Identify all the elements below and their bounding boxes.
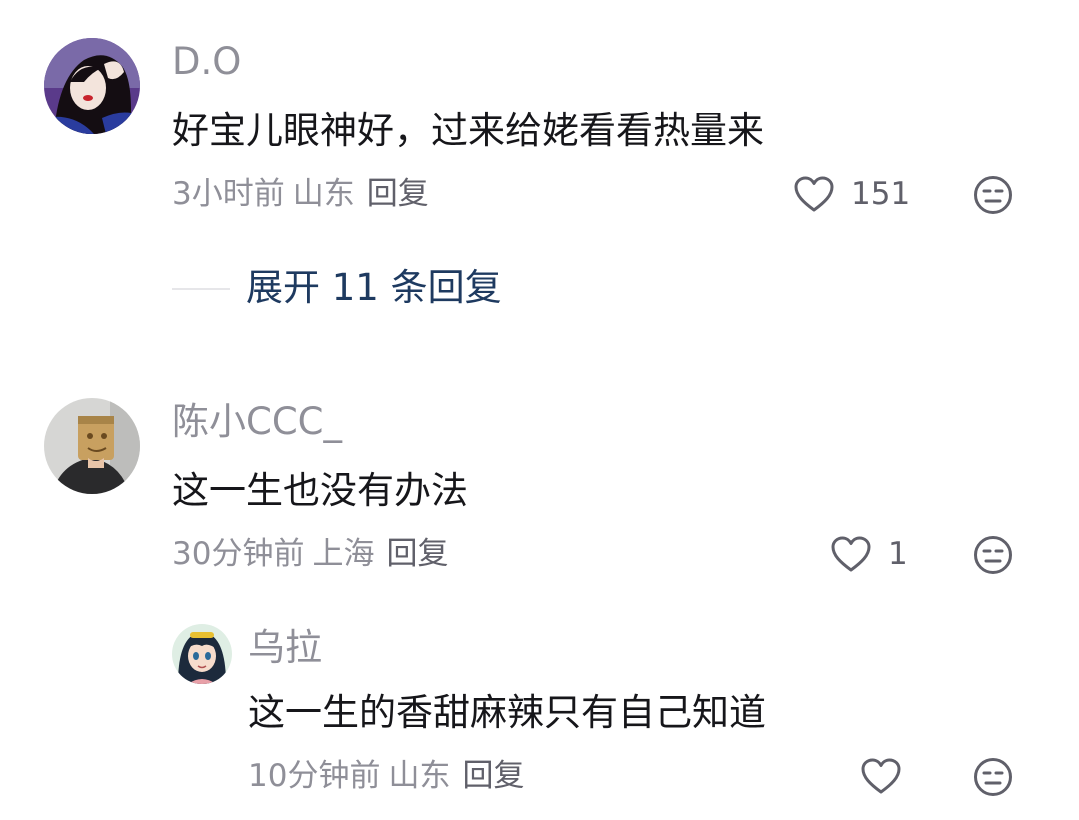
avatar-image	[44, 38, 140, 134]
heart-outline-icon	[860, 757, 902, 795]
avatar[interactable]	[172, 624, 232, 684]
like-button[interactable]: 1	[830, 532, 908, 576]
comment-username[interactable]: D.O	[172, 40, 241, 84]
comment-time: 3小时前	[172, 176, 285, 212]
neutral-face-icon	[973, 757, 1013, 797]
comment-meta: 10分钟前 山东 回复	[248, 756, 524, 796]
comment-time: 30分钟前	[172, 536, 305, 572]
like-button[interactable]: 151	[793, 172, 910, 216]
comment-text: 这一生的香甜麻辣只有自己知道	[248, 691, 766, 734]
heart-outline-icon	[830, 535, 872, 573]
avatar[interactable]	[44, 398, 140, 494]
dislike-button[interactable]	[973, 757, 1013, 797]
comment-username[interactable]: 陈小CCC_	[172, 400, 342, 444]
like-button[interactable]	[860, 754, 902, 798]
comment-region: 山东	[388, 758, 451, 794]
neutral-face-icon	[973, 175, 1013, 215]
comment-meta: 30分钟前 上海 回复	[172, 534, 448, 574]
reply-button[interactable]: 回复	[386, 536, 448, 572]
reply-item: 乌拉 这一生的香甜麻辣只有自己知道 10分钟前 山东 回复	[0, 620, 1079, 820]
comment-username[interactable]: 乌拉	[248, 626, 322, 670]
reply-button[interactable]: 回复	[462, 758, 524, 794]
expand-replies-button[interactable]: 展开 11 条回复	[246, 265, 502, 311]
expand-divider	[172, 288, 230, 290]
avatar-image	[172, 624, 232, 684]
comment-region: 山东	[292, 176, 355, 212]
like-count: 151	[851, 176, 911, 212]
avatar-image	[44, 398, 140, 494]
heart-outline-icon	[793, 175, 835, 213]
comment-item: 陈小CCC_ 这一生也没有办法 30分钟前 上海 回复 1 乌拉 这一生的香甜麻…	[0, 380, 1079, 820]
like-count: 1	[888, 536, 908, 572]
comment-region: 上海	[312, 536, 375, 572]
dislike-button[interactable]	[973, 175, 1013, 215]
comment-item: D.O 好宝儿眼神好，过来给姥看看热量来 3小时前 山东 回复 151 展开 11 …	[0, 0, 1079, 340]
comment-text: 好宝儿眼神好，过来给姥看看热量来	[172, 109, 764, 152]
comment-meta: 3小时前 山东 回复	[172, 174, 429, 214]
neutral-face-icon	[973, 535, 1013, 575]
avatar[interactable]	[44, 38, 140, 134]
dislike-button[interactable]	[973, 535, 1013, 575]
comment-text: 这一生也没有办法	[172, 469, 468, 512]
reply-button[interactable]: 回复	[367, 176, 429, 212]
comment-time: 10分钟前	[248, 758, 381, 794]
